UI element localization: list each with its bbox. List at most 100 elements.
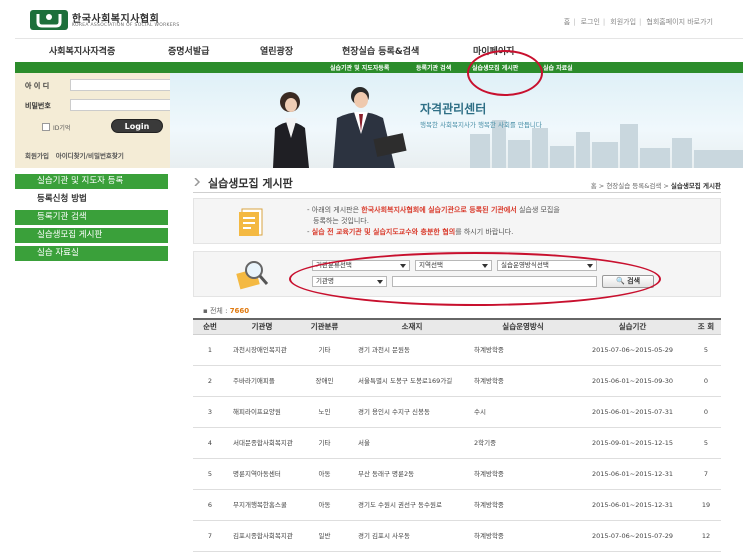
search-button[interactable]: 🔍 검색 xyxy=(602,275,654,288)
cell-type: 노인 xyxy=(297,396,352,428)
col-header-name: 기관명 xyxy=(227,318,297,335)
gnb-document-issue[interactable]: 증명서발급 xyxy=(168,44,209,57)
left-menu-how-to-register[interactable]: 등록신청 방법 xyxy=(15,192,168,207)
main-nav: 사회복지사자격증 증명서발급 열린광장 현장실습 등록&검색 마이페이지 xyxy=(15,38,743,60)
cell-type: 장애인 xyxy=(297,365,352,397)
util-link-login[interactable]: 로그인 xyxy=(581,18,600,26)
subnav-search[interactable]: 등록기관 검색 xyxy=(416,63,451,72)
util-link-home[interactable]: 홈 xyxy=(564,18,570,26)
table-row[interactable]: 8생명의터정신장애인대전 동구 판암2동하계방학중2015-06-29~2015… xyxy=(193,551,721,557)
cell-period: 2015-07-06~2015-07-29 xyxy=(574,520,691,552)
total-value: 7660 xyxy=(229,307,250,315)
region-select[interactable]: 지역선택 xyxy=(415,260,492,271)
cell-views: 0 xyxy=(691,365,721,397)
banner: 자격관리센터 행복한 사회복지사가 행복한 사회를 만듭니다 xyxy=(170,73,743,168)
chevron-down-icon xyxy=(400,264,406,268)
col-header-address: 소재지 xyxy=(352,318,472,335)
title-arrow-icon xyxy=(194,178,201,186)
cell-period: 2015-06-29~2015-07-24 xyxy=(574,551,691,557)
cell-name[interactable]: 김포시종합사회복지관 xyxy=(227,520,297,552)
breadcrumb-section[interactable]: 현장실습 등록&검색 xyxy=(606,182,661,190)
col-header-no: 순번 xyxy=(193,318,227,335)
cell-method: 하계방학중 xyxy=(472,551,574,557)
table-row[interactable]: 4 서대문종합사회복지관 기타 서울 2학기중 2015-09-01~2015-12-15… xyxy=(193,427,721,459)
utility-links: 홈 | 로그인 | 회원가입 | 협회홈페이지 바로가기 xyxy=(563,18,713,26)
col-header-method: 실습운영방식 xyxy=(472,318,574,335)
cell-views: 19 xyxy=(691,489,721,521)
title-divider xyxy=(193,192,721,193)
table-row[interactable]: 5 명륜지역아동센터 아동 부산 동래구 명륜2동 하계방학중 2015-06-01~20… xyxy=(193,458,721,490)
table-row[interactable]: 2 주바라기애피플 장애인 서울특별시 도봉구 도봉로169가길 하계방학중 2015-0… xyxy=(193,365,721,397)
cell-name[interactable]: 명륜지역아동센터 xyxy=(227,458,297,490)
cell-method: 2학기중 xyxy=(472,427,574,459)
subnav-register[interactable]: 실습기관 및 지도자등록 xyxy=(330,63,389,72)
col-header-type: 기관분류 xyxy=(297,318,352,335)
chevron-down-icon xyxy=(377,280,383,284)
table-row[interactable]: 7 김포시종합사회복지관 일반 경기 김포시 사우동 하계방학중 2015-07-06~2… xyxy=(193,520,721,552)
cell-method: 하계방학중 xyxy=(472,365,574,397)
left-menu-search[interactable]: 등록기관 검색 xyxy=(15,210,168,225)
cell-name[interactable]: 주바라기애피플 xyxy=(227,365,297,397)
id-label: 아 이 디 xyxy=(25,82,50,90)
left-menu-register[interactable]: 실습기관 및 지도자 등록 xyxy=(15,174,168,189)
info-line-1: - 아래의 게시판은 한국사회복지사협회에 실습기관으로 등록된 기관에서 실습… xyxy=(307,206,560,214)
gnb-certificate[interactable]: 사회복지사자격증 xyxy=(49,44,115,57)
info-line-3: - 실습 전 교육기관 및 실습지도교수와 충분한 협의를 하시기 바랍니다. xyxy=(307,228,514,236)
total-label: 전체 : xyxy=(209,307,228,315)
info-line-2: 등록하는 것입니다. xyxy=(313,217,369,225)
search-box: 기관분류선택 지역선택 실습운영방식선택 기관명 🔍 검색 xyxy=(193,251,721,297)
cell-address: 부산 동래구 명륜2동 xyxy=(352,458,472,490)
category-select[interactable]: 기관분류선택 xyxy=(312,260,410,271)
subnav-materials[interactable]: 실습 자료실 xyxy=(543,63,573,72)
cell-type: 일반 xyxy=(297,520,352,552)
info-box: - 아래의 게시판은 한국사회복지사협회에 실습기관으로 등록된 기관에서 실습… xyxy=(193,198,721,244)
logo-icon xyxy=(30,10,68,30)
cell-no: 4 xyxy=(193,427,227,459)
cell-period: 2015-06-01~2015-07-31 xyxy=(574,396,691,428)
cell-name[interactable]: 과천시장애인복지관 xyxy=(227,334,297,366)
search-field-select[interactable]: 기관명 xyxy=(312,276,387,287)
cell-address: 대전 동구 판암2동 xyxy=(352,551,472,557)
cell-name[interactable]: 생명의터 xyxy=(227,551,297,557)
util-link-association-home[interactable]: 협회홈페이지 바로가기 xyxy=(646,18,713,26)
left-menu-materials[interactable]: 실습 자료실 xyxy=(15,246,168,261)
cell-name[interactable]: 무지개행복한홈스쿨 xyxy=(227,489,297,521)
password-label: 비밀번호 xyxy=(25,102,51,110)
password-input[interactable] xyxy=(70,99,175,111)
site-logo[interactable]: 한국사회복지사협회 KOREA ASSOCIATION OF SOCIAL WO… xyxy=(30,8,190,32)
people-illustration xyxy=(273,87,407,168)
chevron-down-icon xyxy=(482,264,488,268)
gnb-mypage[interactable]: 마이페이지 xyxy=(473,44,514,57)
sub-nav: 실습기관 및 지도자등록 등록기관 검색 실습생모집 게시판 실습 자료실 xyxy=(15,62,743,73)
subnav-recruit-board[interactable]: 실습생모집 게시판 xyxy=(472,63,518,72)
table-row[interactable]: 1 과천시장애인복지관 기타 경기 과천시 문원동 하계방학중 2015-07-06~20… xyxy=(193,334,721,366)
chevron-down-icon xyxy=(587,264,593,268)
cell-name[interactable]: 해피라이프요양원 xyxy=(227,396,297,428)
cell-type: 기타 xyxy=(297,334,352,366)
util-link-join[interactable]: 회원가입 xyxy=(610,18,636,26)
cell-no: 2 xyxy=(193,365,227,397)
cell-name[interactable]: 서대문종합사회복지관 xyxy=(227,427,297,459)
login-button[interactable]: Login xyxy=(111,119,163,133)
cell-type: 정신장애인 xyxy=(297,551,352,557)
left-menu-recruit-board[interactable]: 실습생모집 게시판 xyxy=(15,228,168,243)
cell-type: 아동 xyxy=(297,458,352,490)
join-link[interactable]: 회원가입 xyxy=(25,152,49,160)
method-select[interactable]: 실습운영방식선택 xyxy=(497,260,597,271)
logo-subtitle: KOREA ASSOCIATION OF SOCIAL WORKERS xyxy=(72,23,180,28)
cell-address: 서울특별시 도봉구 도봉로169가길 xyxy=(352,365,472,397)
cell-method: 하계방학중 xyxy=(472,489,574,521)
table-row[interactable]: 3 해피라이프요양원 노인 경기 용인시 수지구 신봉동 수시 2015-06-01~20… xyxy=(193,396,721,428)
find-account-link[interactable]: 아이디찾기/비밀번호찾기 xyxy=(56,152,124,160)
table-header-row: 순번 기관명 기관분류 소재지 실습운영방식 실습기간 조 회 xyxy=(193,318,721,335)
breadcrumb-home[interactable]: 홈 xyxy=(591,182,597,190)
banner-subtitle: 행복한 사회복지사가 행복한 사회를 만듭니다 xyxy=(420,121,542,129)
search-input[interactable] xyxy=(392,276,597,287)
gnb-open-forum[interactable]: 열린광장 xyxy=(260,44,293,57)
table-row[interactable]: 6 무지개행복한홈스쿨 아동 경기도 수원시 권선구 동수원로 하계방학중 2015-06… xyxy=(193,489,721,521)
remember-id-checkbox[interactable] xyxy=(42,123,50,131)
id-input[interactable] xyxy=(70,79,175,91)
total-count: ▪ 전체 : 7660 xyxy=(203,307,250,315)
cell-views: 7 xyxy=(691,458,721,490)
gnb-practicum[interactable]: 현장실습 등록&검색 xyxy=(342,44,419,57)
